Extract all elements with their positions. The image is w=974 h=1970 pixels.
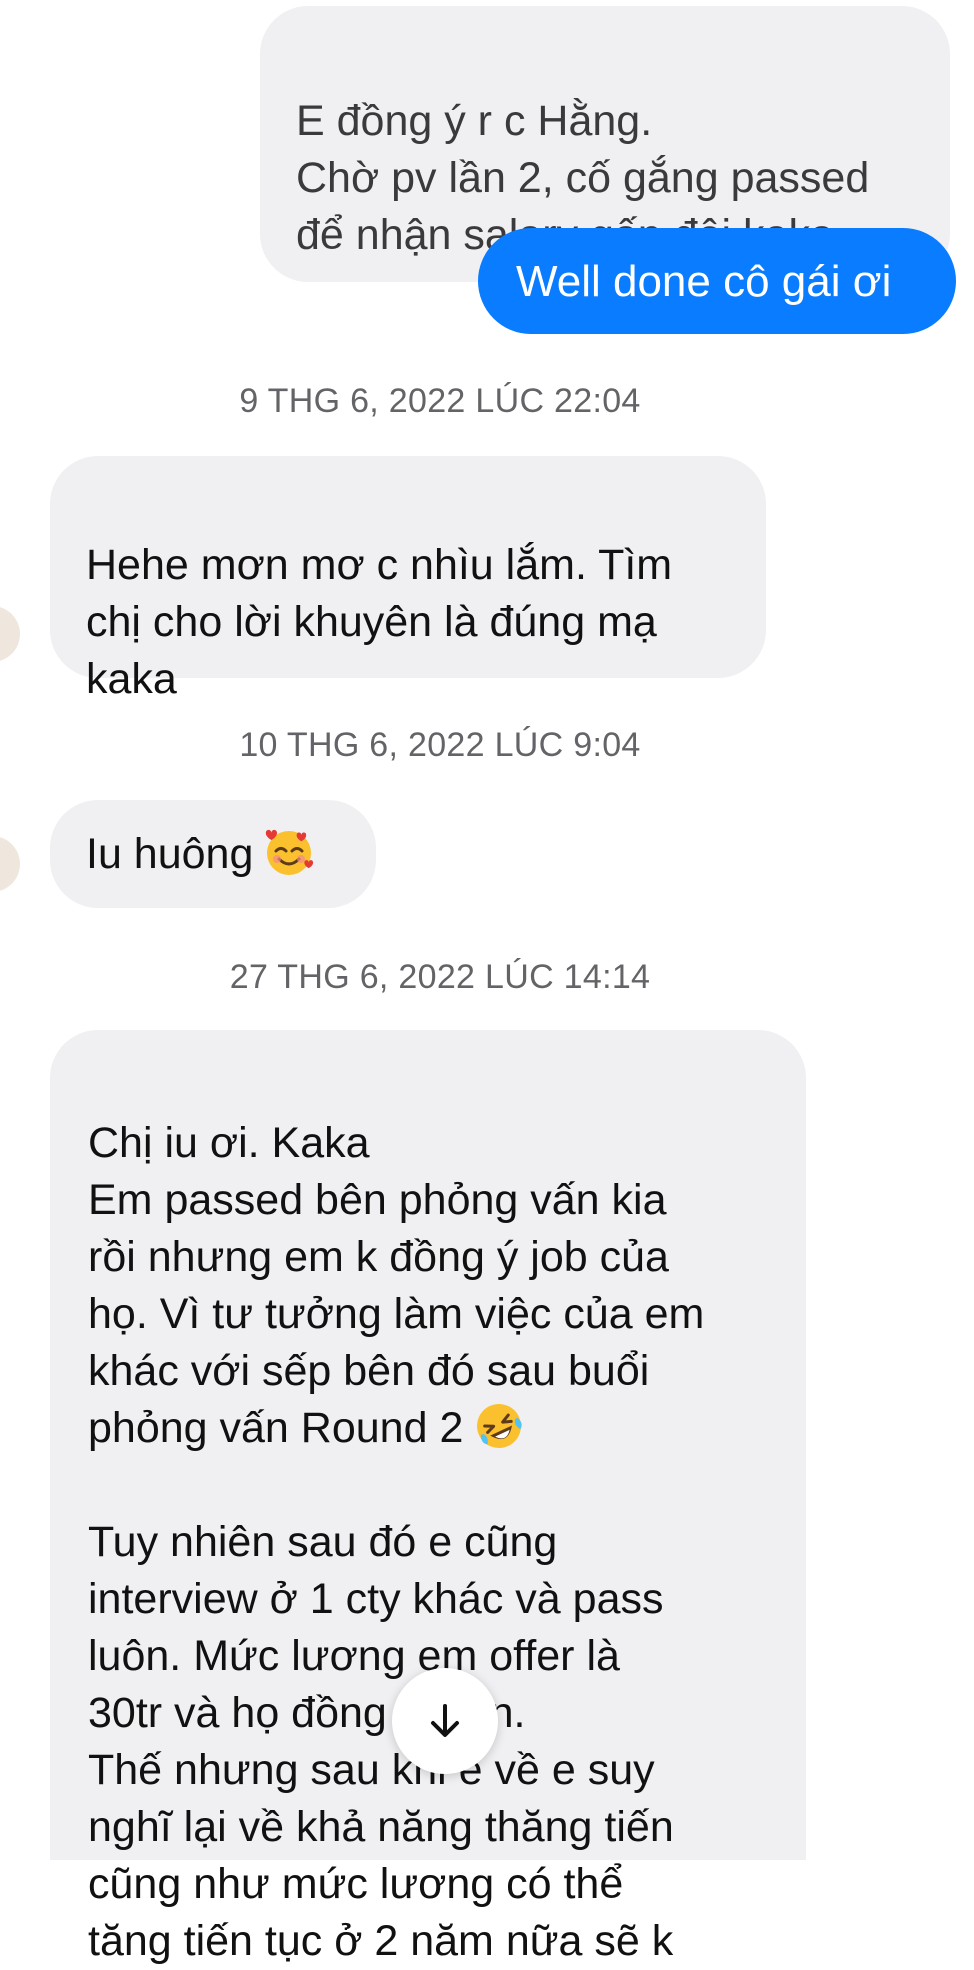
message-text: Chị iu ơi. Kaka Em passed bên phỏng vấn …	[88, 1119, 705, 1452]
rolling-on-floor-laughing-icon	[477, 1404, 523, 1448]
message-timestamp: 27 THG 6, 2022 LÚC 14:14	[229, 958, 651, 996]
scroll-to-bottom-button[interactable]	[392, 1668, 498, 1774]
smiling-face-with-hearts-icon	[266, 829, 314, 875]
incoming-message-bubble[interactable]: Hehe mơn mơ c nhìu lắm. Tìm chị cho lời …	[50, 456, 766, 703]
message-text: Iu huông	[86, 830, 254, 878]
arrow-down-icon	[431, 1704, 459, 1737]
message-text: Well done cô gái ơi	[516, 256, 892, 306]
avatar[interactable]	[0, 836, 20, 892]
message-timestamp: 10 THG 6, 2022 LÚC 9:04	[239, 726, 641, 764]
message-timestamp: 9 THG 6, 2022 LÚC 22:04	[239, 382, 641, 420]
outgoing-message-bubble-accent[interactable]: Well done cô gái ơi	[478, 228, 956, 334]
incoming-message-bubble[interactable]: Iu huông	[50, 800, 376, 908]
avatar[interactable]	[0, 606, 20, 662]
message-text: Hehe mơn mơ c nhìu lắm. Tìm chị cho lời …	[86, 541, 673, 703]
message-text: Tuy nhiên sau đó e cũng interview ở 1 ct…	[88, 1518, 674, 1965]
